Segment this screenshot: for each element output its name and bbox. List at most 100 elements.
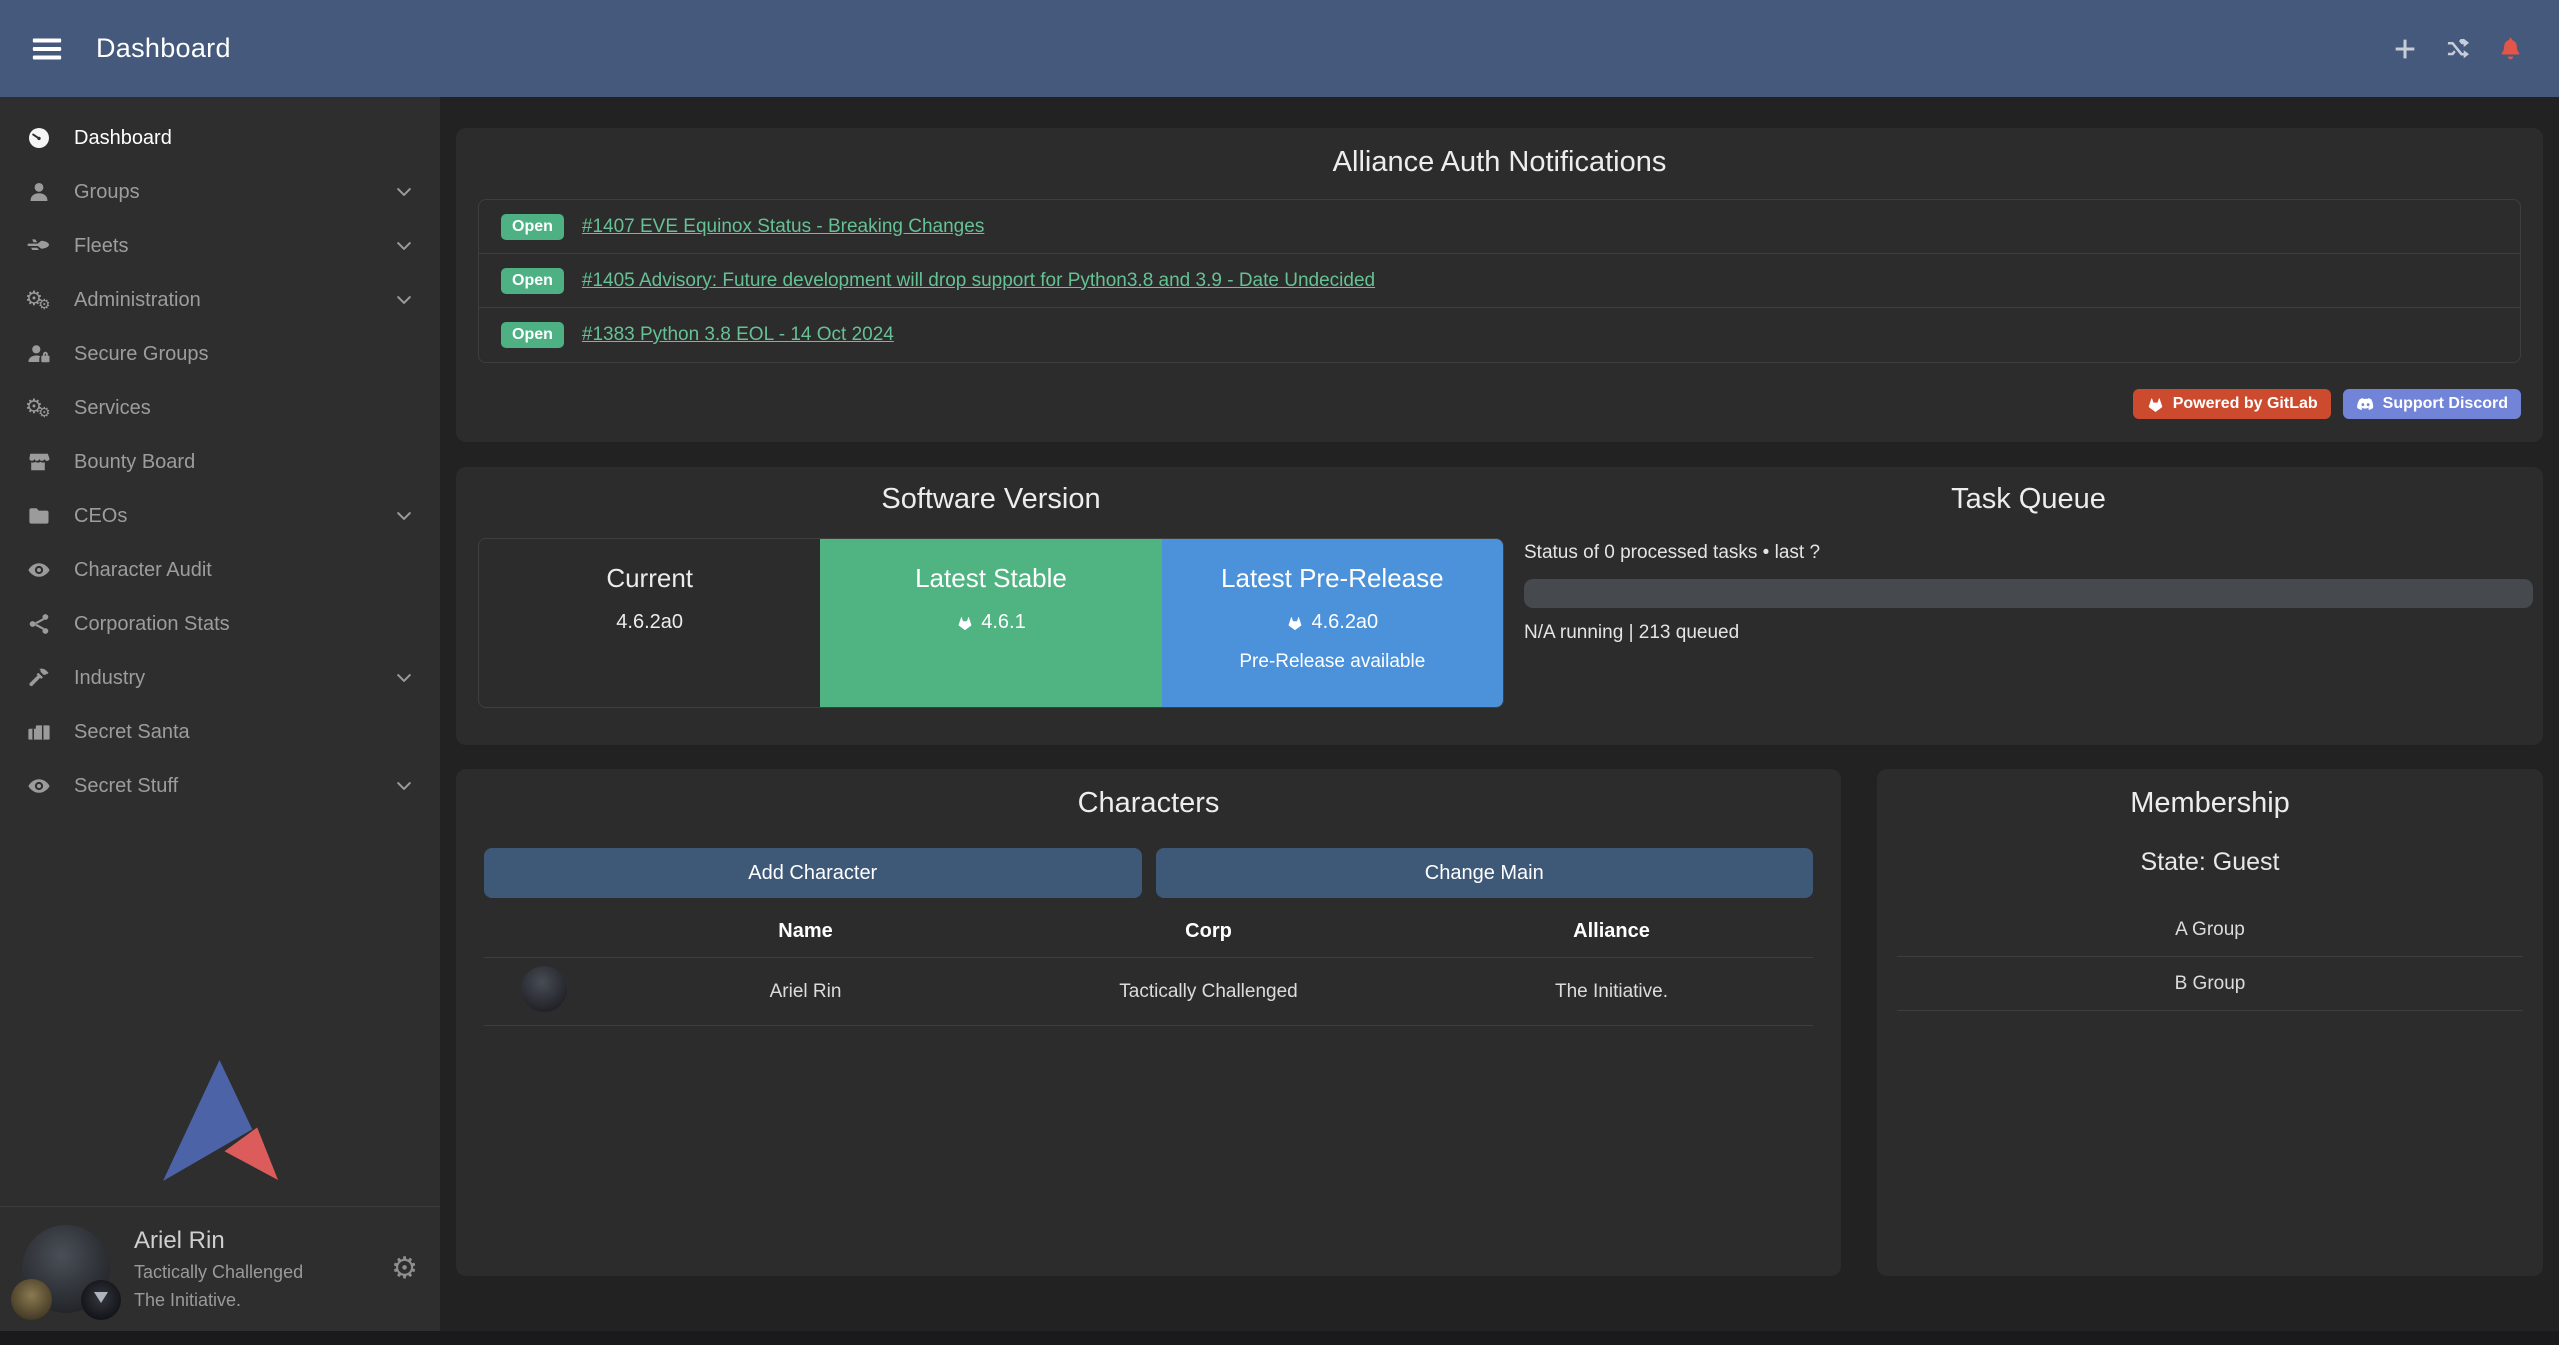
column-header-name: Name — [604, 920, 1007, 943]
software-version-title: Software Version — [478, 483, 1504, 516]
status-badge: Open — [501, 268, 564, 294]
sidebar: Dashboard Groups Fleets ⚙⚙ Administratio… — [0, 97, 440, 1331]
characters-table-header: Name Corp Alliance — [484, 906, 1813, 958]
column-header-corp: Corp — [1007, 920, 1410, 943]
gitlab-badge-label: Powered by GitLab — [2173, 395, 2318, 413]
sidebar-item-character-audit[interactable]: Character Audit — [0, 543, 440, 597]
membership-title: Membership — [1897, 787, 2523, 820]
sidebar-item-services[interactable]: ⚙⚙ Services — [0, 381, 440, 435]
version-number: 4.6.2a0 — [1311, 611, 1378, 634]
table-row: Ariel Rin Tactically Challenged The Init… — [484, 958, 1813, 1026]
notification-link[interactable]: #1407 EVE Equinox Status - Breaking Chan… — [582, 216, 984, 238]
gauge-icon — [24, 125, 54, 151]
sidebar-item-industry[interactable]: Industry — [0, 651, 440, 705]
sidebar-item-label: CEOs — [74, 505, 127, 528]
character-name: Ariel Rin — [604, 981, 1007, 1003]
character-corp: Tactically Challenged — [1007, 981, 1410, 1003]
sidebar-item-label: Fleets — [74, 235, 128, 258]
sidebar-user-panel: Ariel Rin Tactically Challenged The Init… — [0, 1206, 440, 1331]
status-badge: Open — [501, 214, 564, 240]
shuttle-icon — [24, 233, 54, 259]
notification-row: Open #1405 Advisory: Future development … — [479, 254, 2520, 308]
sidebar-item-label: Corporation Stats — [74, 613, 230, 636]
gitlab-icon — [1286, 614, 1304, 632]
sidebar-item-secure-groups[interactable]: Secure Groups — [0, 327, 440, 381]
version-label: Latest Pre-Release — [1221, 563, 1444, 594]
version-number: 4.6.2a0 — [616, 611, 683, 634]
sidebar-item-secret-santa[interactable]: Secret Santa — [0, 705, 440, 759]
sidebar-item-label: Dashboard — [74, 127, 172, 150]
discord-badge[interactable]: Support Discord — [2343, 389, 2521, 419]
change-main-button[interactable]: Change Main — [1156, 848, 1814, 898]
discord-badge-label: Support Discord — [2383, 395, 2508, 413]
version-cell-prerelease: Latest Pre-Release 4.6.2a0 Pre-Release a… — [1162, 539, 1503, 707]
sidebar-item-label: Administration — [74, 289, 201, 312]
gears-icon: ⚙⚙ — [24, 287, 54, 313]
sidebar-item-label: Secure Groups — [74, 343, 209, 366]
character-portrait — [521, 966, 567, 1012]
gifts-icon — [24, 719, 54, 745]
bell-icon[interactable] — [2498, 36, 2523, 61]
version-cell-current: Current 4.6.2a0 — [479, 539, 820, 707]
add-character-button[interactable]: Add Character — [484, 848, 1142, 898]
sidebar-item-label: Secret Santa — [74, 721, 190, 744]
version-label: Latest Stable — [915, 563, 1067, 594]
sidebar-item-label: Character Audit — [74, 559, 212, 582]
sidebar-item-bounty-board[interactable]: Bounty Board — [0, 435, 440, 489]
sidebar-item-label: Groups — [74, 181, 140, 204]
alliance-auth-logo — [0, 1058, 440, 1206]
sidebar-item-administration[interactable]: ⚙⚙ Administration — [0, 273, 440, 327]
sidebar-nav: Dashboard Groups Fleets ⚙⚙ Administratio… — [0, 97, 440, 813]
eye-icon — [24, 773, 54, 799]
user-corp: Tactically Challenged — [134, 1262, 303, 1283]
sidebar-item-label: Services — [74, 397, 151, 420]
sidebar-item-ceos[interactable]: CEOs — [0, 489, 440, 543]
characters-title: Characters — [484, 787, 1813, 820]
chevron-down-icon — [394, 506, 414, 526]
version-number: 4.6.1 — [981, 611, 1025, 634]
sidebar-item-groups[interactable]: Groups — [0, 165, 440, 219]
sidebar-item-fleets[interactable]: Fleets — [0, 219, 440, 273]
admin-status-panel: Software Version Current 4.6.2a0 Latest … — [456, 467, 2543, 745]
user-alliance: The Initiative. — [134, 1290, 303, 1311]
prerelease-note: Pre-Release available — [1239, 651, 1425, 673]
sidebar-item-secret-stuff[interactable]: Secret Stuff — [0, 759, 440, 813]
bottom-row: Characters Add Character Change Main Nam… — [456, 769, 2543, 1276]
gitlab-badge[interactable]: Powered by GitLab — [2133, 389, 2331, 419]
version-label: Current — [606, 563, 693, 594]
task-queue-progress-bar — [1524, 579, 2533, 608]
task-queue-counts: N/A running | 213 queued — [1524, 622, 2533, 644]
notification-row: Open #1407 EVE Equinox Status - Breaking… — [479, 200, 2520, 254]
plus-icon[interactable] — [2391, 35, 2419, 63]
task-queue-status: Status of 0 processed tasks • last ? — [1524, 542, 2533, 564]
sidebar-item-corporation-stats[interactable]: Corporation Stats — [0, 597, 440, 651]
membership-state: State: Guest — [1897, 848, 2523, 877]
version-cell-stable: Latest Stable 4.6.1 — [820, 539, 1161, 707]
chevron-down-icon — [394, 668, 414, 688]
shuffle-icon[interactable] — [2445, 35, 2472, 62]
status-badge: Open — [501, 322, 564, 348]
chevron-down-icon — [394, 290, 414, 310]
gitlab-icon — [2146, 395, 2165, 414]
version-table: Current 4.6.2a0 Latest Stable 4.6.1 Late… — [478, 538, 1504, 708]
sidebar-item-dashboard[interactable]: Dashboard — [0, 111, 440, 165]
share-icon — [24, 611, 54, 637]
corp-logo-badge — [11, 1279, 52, 1320]
hammer-icon — [24, 665, 54, 691]
main-content: Alliance Auth Notifications Open #1407 E… — [440, 97, 2559, 1331]
folder-icon — [24, 503, 54, 529]
task-queue-title: Task Queue — [1524, 483, 2533, 516]
notification-link[interactable]: #1383 Python 3.8 EOL - 14 Oct 2024 — [582, 324, 894, 346]
discord-icon — [2356, 395, 2375, 414]
store-icon — [24, 449, 54, 475]
notification-row: Open #1383 Python 3.8 EOL - 14 Oct 2024 — [479, 308, 2520, 362]
settings-gear-icon[interactable]: ⚙ — [391, 1254, 418, 1284]
sidebar-item-label: Secret Stuff — [74, 775, 178, 798]
membership-groups-list: A Group B Group — [1897, 903, 2523, 1011]
notification-link[interactable]: #1405 Advisory: Future development will … — [582, 270, 1375, 292]
eye-icon — [24, 557, 54, 583]
sidebar-item-label: Industry — [74, 667, 145, 690]
task-queue-section: Task Queue Status of 0 processed tasks •… — [1518, 483, 2533, 745]
notifications-panel: Alliance Auth Notifications Open #1407 E… — [456, 128, 2543, 442]
hamburger-menu-icon[interactable] — [30, 32, 64, 66]
